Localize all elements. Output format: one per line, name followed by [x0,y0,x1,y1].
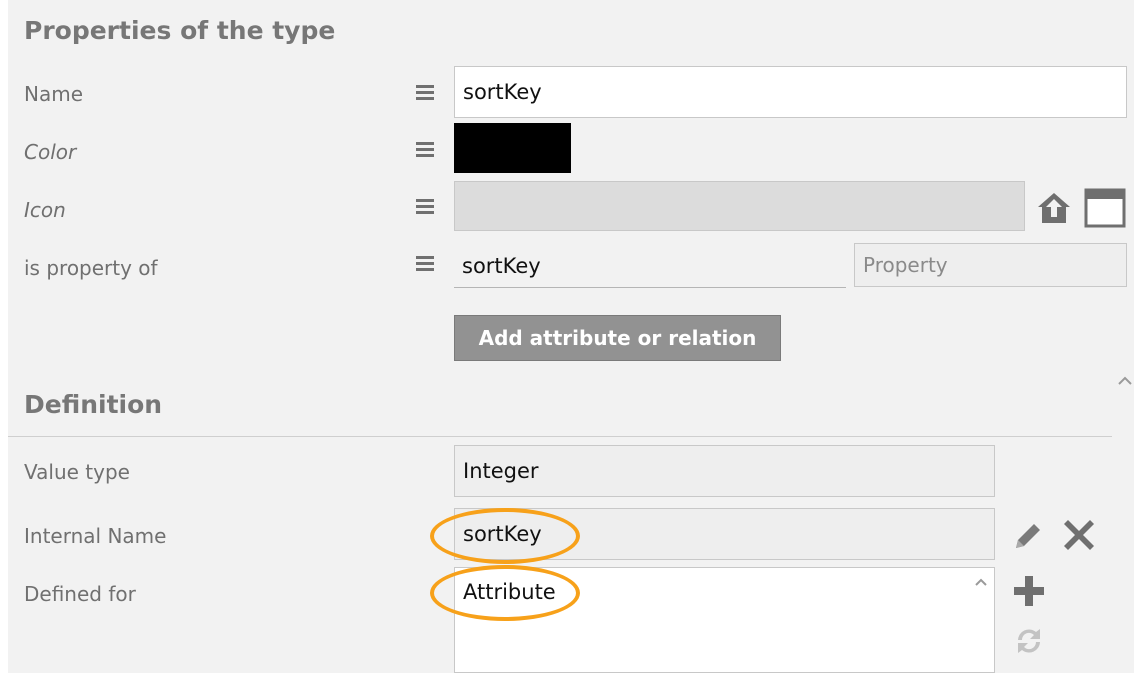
property-of-label: is property of [24,256,158,280]
internal-name-label: Internal Name [24,524,167,548]
menu-icon[interactable] [416,199,434,215]
menu-icon[interactable] [416,85,434,101]
scroll-up-icon[interactable] [1116,372,1134,390]
add-attribute-button[interactable]: Add attribute or relation [454,315,781,361]
list-scroll-up-icon[interactable] [974,574,988,588]
color-label: Color [24,140,77,164]
property-of-input[interactable]: sortKey [454,248,846,288]
window-icon[interactable] [1084,188,1126,228]
value-type-field[interactable]: Integer [454,445,995,497]
menu-icon[interactable] [416,142,434,158]
menu-icon[interactable] [416,256,434,272]
property-type-field: Property [854,243,1127,287]
refresh-icon[interactable] [1012,624,1046,658]
section-title-properties: Properties of the type [24,16,336,45]
section-title-definition: Definition [24,390,163,419]
name-label: Name [24,82,84,106]
pencil-icon[interactable] [1010,518,1046,554]
defined-for-label: Defined for [24,582,136,606]
delete-x-icon[interactable] [1060,516,1098,554]
color-swatch[interactable] [454,123,571,173]
highlight-ring [430,565,580,621]
house-upload-icon[interactable] [1034,187,1074,227]
plus-icon[interactable] [1012,574,1046,608]
icon-label: Icon [24,198,66,222]
divider [8,436,1112,437]
icon-input[interactable] [454,181,1025,231]
highlight-ring [430,508,580,564]
value-type-label: Value type [24,460,130,484]
properties-panel: Properties of the type Name sortKey Colo… [8,0,1134,673]
name-input[interactable]: sortKey [454,66,1127,118]
